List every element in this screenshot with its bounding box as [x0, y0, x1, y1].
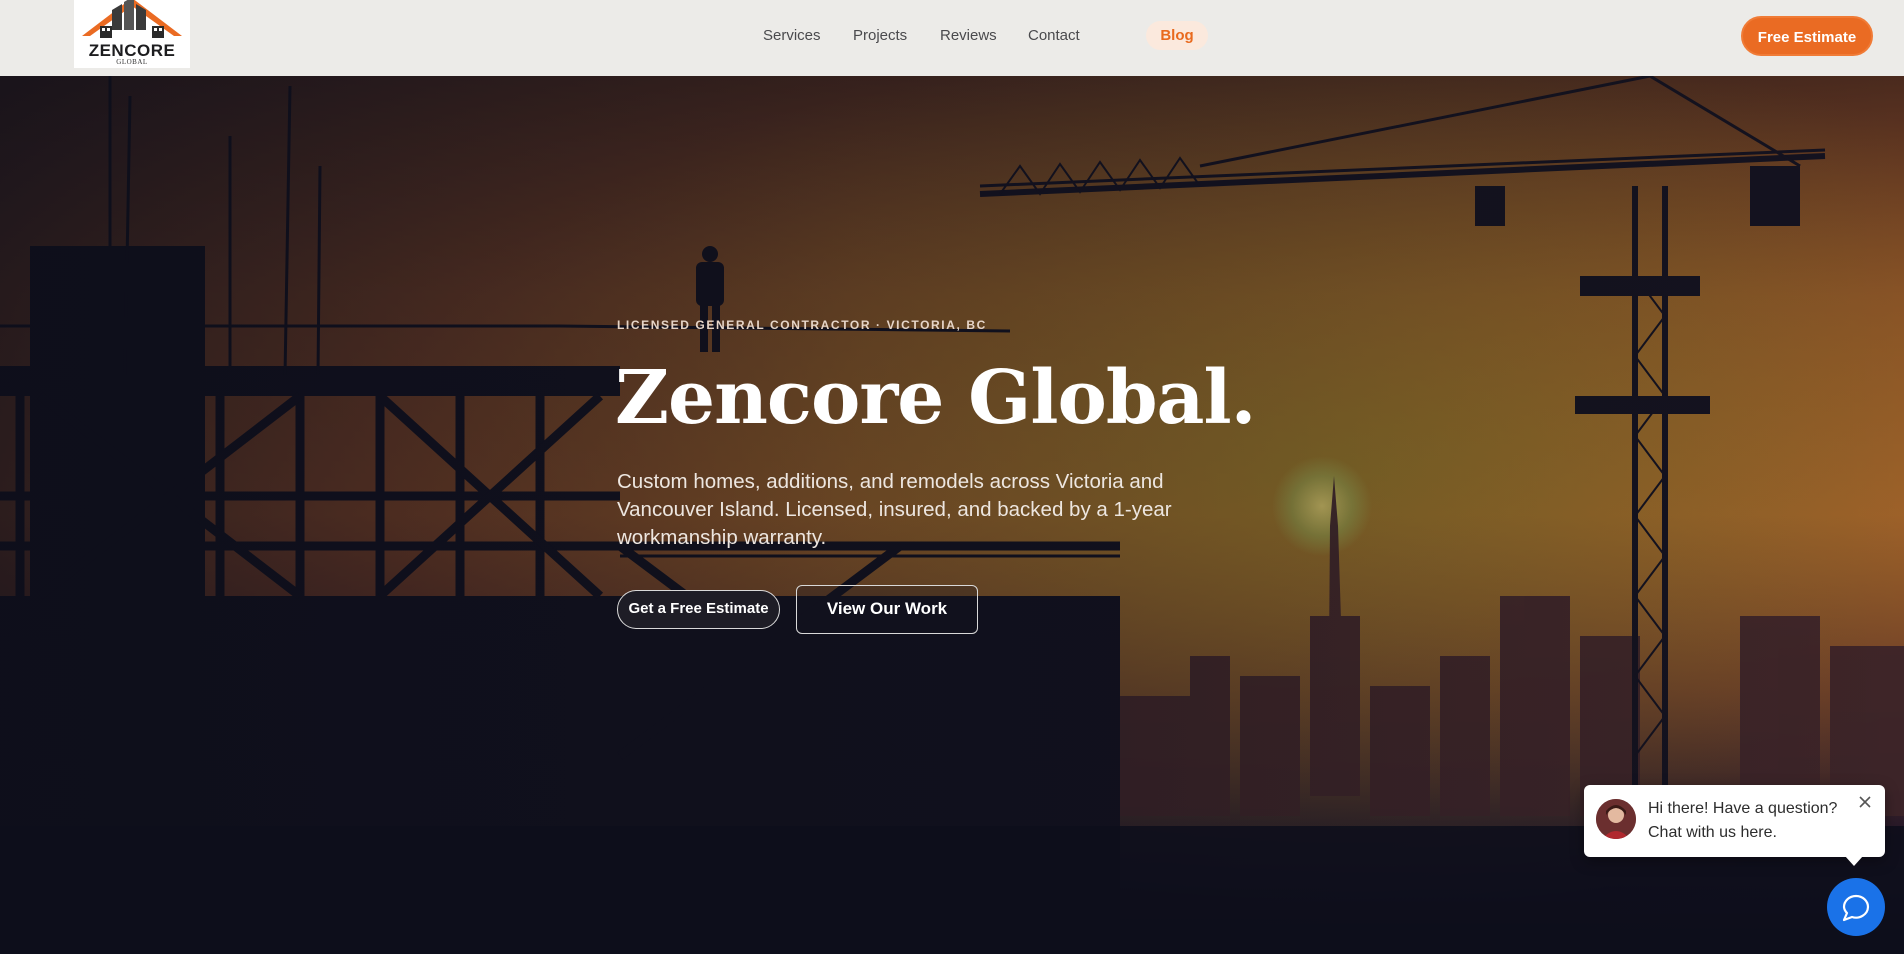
- chat-icon: [1842, 894, 1870, 922]
- chat-greeting-bubble[interactable]: Hi there! Have a question? Chat with us …: [1584, 785, 1885, 866]
- hero-headline: Zencore Global.: [615, 355, 1256, 441]
- agent-avatar: [1596, 799, 1636, 839]
- view-our-work-button[interactable]: View Our Work: [796, 585, 978, 634]
- nav-blog[interactable]: Blog: [1146, 21, 1208, 50]
- close-icon[interactable]: [1857, 795, 1873, 811]
- nav-reviews[interactable]: Reviews: [940, 27, 997, 44]
- free-estimate-button[interactable]: Free Estimate: [1741, 16, 1873, 56]
- hero-subtext: Custom homes, additions, and remodels ac…: [617, 470, 1172, 549]
- nav-contact[interactable]: Contact: [1028, 27, 1080, 44]
- hero-kicker: LICENSED GENERAL CONTRACTOR · VICTORIA, …: [617, 318, 987, 332]
- main-nav: Services Projects Reviews Contact Blog: [0, 0, 1904, 72]
- nav-services[interactable]: Services: [763, 27, 821, 44]
- chat-greeting-text: Hi there! Have a question? Chat with us …: [1648, 800, 1838, 841]
- nav-projects[interactable]: Projects: [853, 27, 907, 44]
- site-header: ZENCORE GLOBAL Services Projects Reviews…: [0, 0, 1904, 76]
- chat-launcher-button[interactable]: [1827, 878, 1885, 936]
- get-free-estimate-button[interactable]: Get a Free Estimate: [617, 590, 780, 629]
